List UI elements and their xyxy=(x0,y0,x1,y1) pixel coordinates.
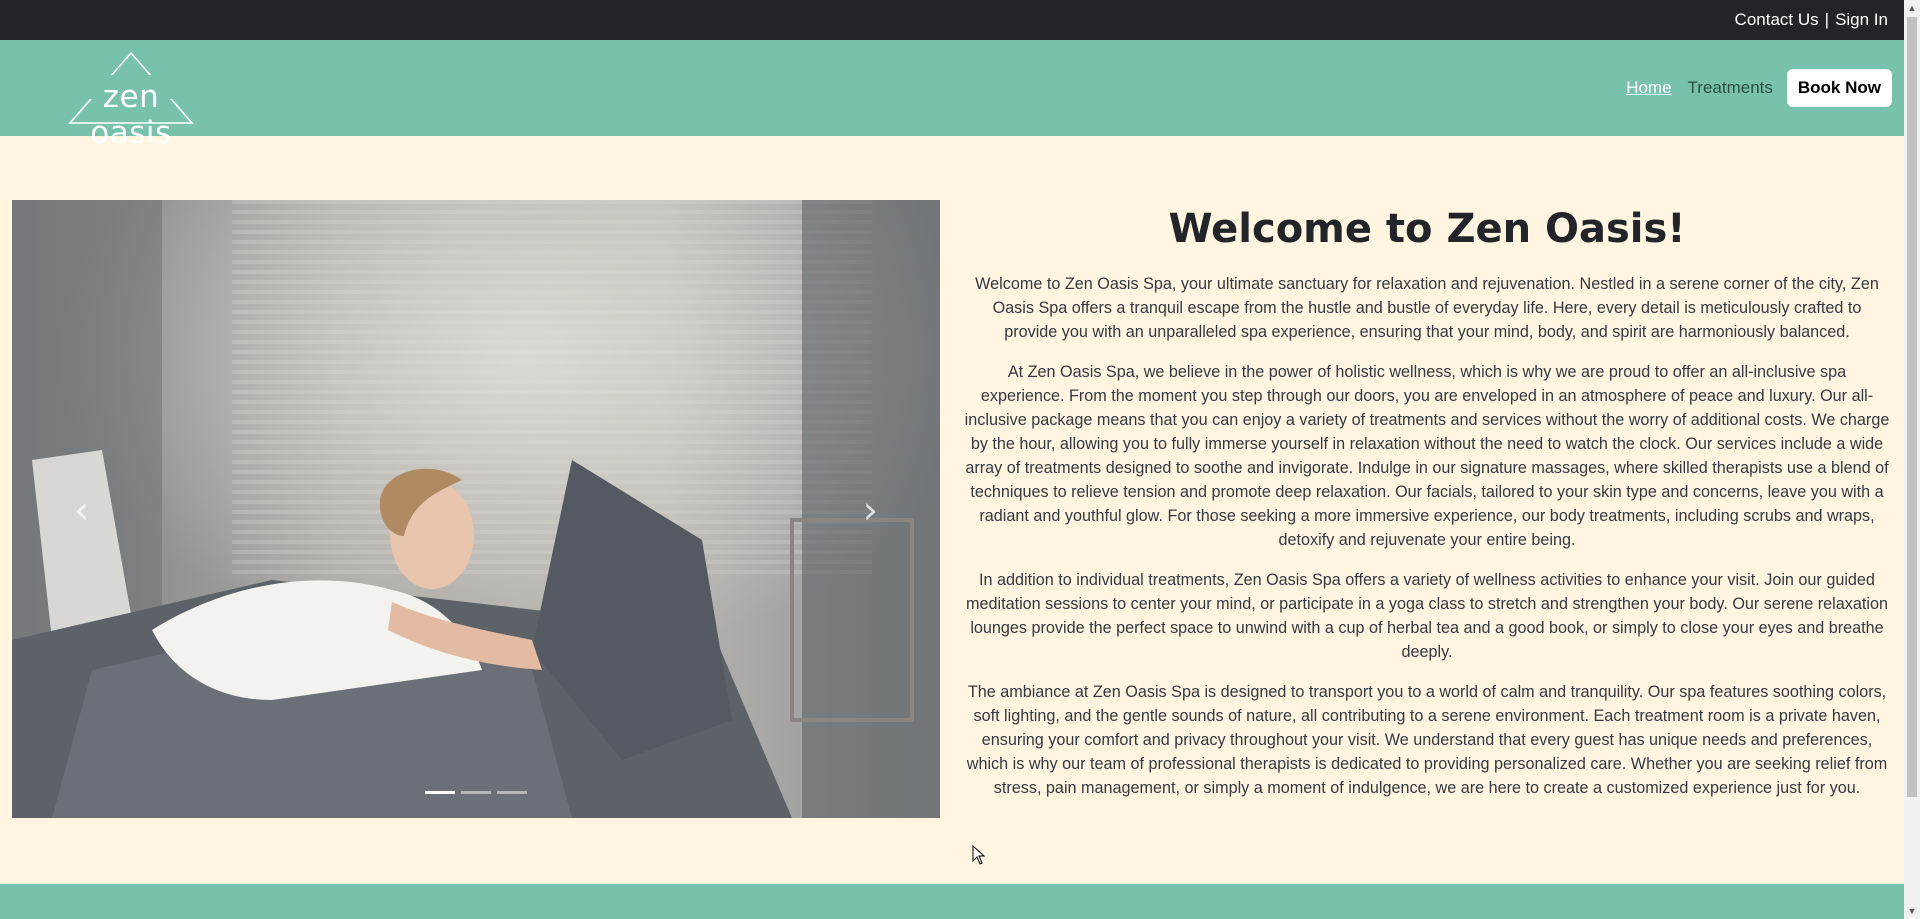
mouse-cursor-icon xyxy=(972,845,986,865)
scroll-up-icon[interactable]: ▲ xyxy=(1904,0,1920,16)
intro-paragraph-1: Welcome to Zen Oasis Spa, your ultimate … xyxy=(975,275,1879,341)
main-navbar: zen oasis Home Treatments Book Now xyxy=(0,40,1904,151)
nav-links: Home Treatments Book Now xyxy=(1622,69,1892,107)
footer-strip xyxy=(0,884,1904,919)
book-now-button[interactable]: Book Now xyxy=(1786,69,1892,107)
hero-carousel: ‹ › xyxy=(12,200,940,818)
nav-home-link[interactable]: Home xyxy=(1622,78,1675,98)
zen-oasis-logo[interactable]: zen oasis xyxy=(58,51,204,151)
carousel-next-icon[interactable]: › xyxy=(863,488,878,532)
carousel-indicator-1[interactable] xyxy=(425,791,455,794)
intro-paragraph-2: At Zen Oasis Spa, we believe in the powe… xyxy=(964,363,1890,549)
topbar-separator: | xyxy=(1824,10,1830,29)
carousel-prev-icon[interactable]: ‹ xyxy=(74,488,89,532)
sign-in-link[interactable]: Sign In xyxy=(1835,10,1888,30)
intro-paragraph-4: The ambiance at Zen Oasis Spa is designe… xyxy=(966,683,1888,797)
welcome-section: Welcome to Zen Oasis! Welcome to Zen Oas… xyxy=(964,200,1890,816)
scrollbar-thumb[interactable] xyxy=(1907,17,1917,797)
page-title: Welcome to Zen Oasis! xyxy=(1168,206,1686,252)
carousel-indicator-3[interactable] xyxy=(497,791,527,794)
spa-woman-relaxing-photo xyxy=(12,200,940,818)
top-utility-bar: Contact Us | Sign In xyxy=(0,0,1904,40)
nav-treatments-link[interactable]: Treatments xyxy=(1684,78,1777,98)
contact-us-link[interactable]: Contact Us xyxy=(1735,10,1819,30)
carousel-indicators xyxy=(12,791,940,794)
logo-text: zen oasis xyxy=(90,79,172,151)
page-scrollbar[interactable]: ▲ ▼ xyxy=(1904,0,1920,919)
scroll-down-icon[interactable]: ▼ xyxy=(1904,903,1920,919)
carousel-indicator-2[interactable] xyxy=(461,791,491,794)
intro-paragraph-3: In addition to individual treatments, Ze… xyxy=(966,571,1888,661)
